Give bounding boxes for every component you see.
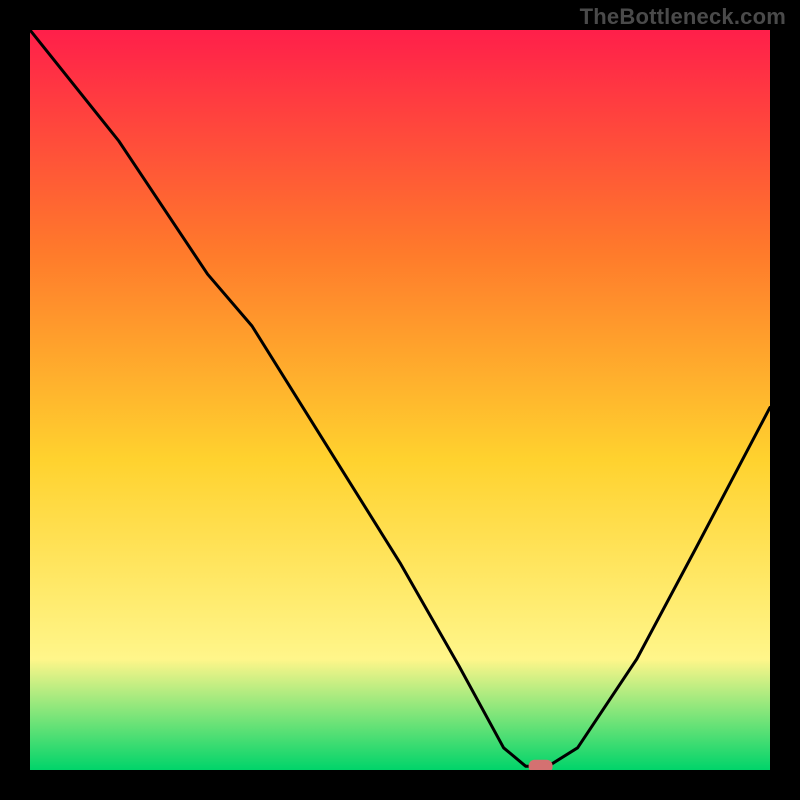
- gradient-background: [30, 30, 770, 770]
- watermark-text: TheBottleneck.com: [580, 4, 786, 30]
- plot-area: [30, 30, 770, 770]
- figure-container: TheBottleneck.com: [0, 0, 800, 800]
- optimal-marker: [529, 760, 553, 770]
- chart-svg: [30, 30, 770, 770]
